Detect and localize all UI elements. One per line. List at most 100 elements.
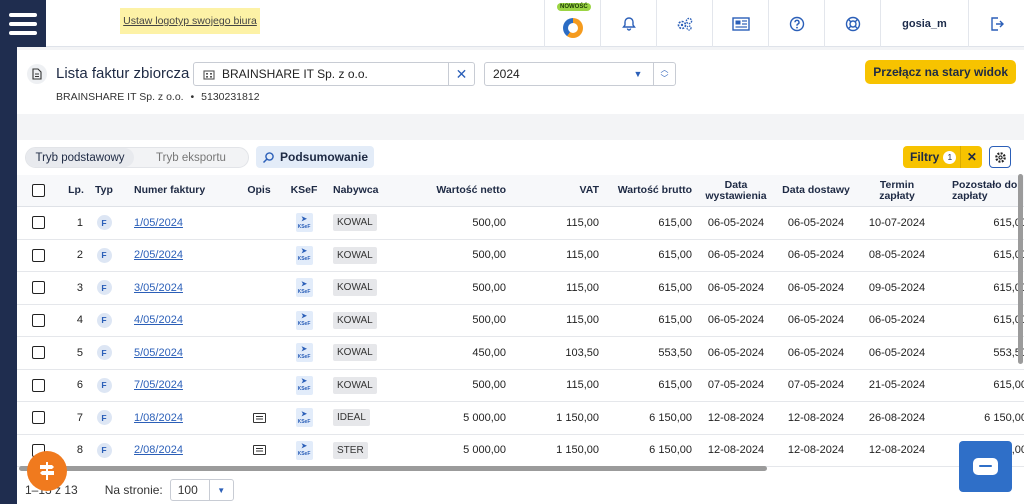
table-row[interactable]: 6 F 7/05/2024 ➤ KSeF KOWAL 500,00 115,00 615,00 0… — [17, 370, 1024, 402]
invoice-number-link[interactable]: 1/05/2024 — [134, 217, 183, 229]
gear-icon — [994, 151, 1006, 163]
invoice-number-link[interactable]: 5/05/2024 — [134, 347, 183, 359]
menu-icon[interactable] — [0, 0, 46, 47]
logout-icon — [990, 16, 1004, 31]
col-numer[interactable]: Numer faktury — [134, 175, 224, 206]
invoice-number-link[interactable]: 1/08/2024 — [134, 412, 183, 424]
cell-typ: F — [96, 337, 112, 369]
ksef-label: KSeF — [297, 321, 311, 328]
col-pozostalo[interactable]: Pozostało do zapłaty — [952, 175, 1024, 206]
switch-old-view-button[interactable]: Przełącz na stary widok — [865, 60, 1016, 84]
cell-nabywca: KOWAL — [333, 207, 393, 239]
table-settings-button[interactable] — [989, 146, 1011, 168]
settings-top-button[interactable] — [656, 0, 712, 47]
description-icon[interactable] — [252, 412, 266, 423]
mode-toggle[interactable]: Tryb podstawowy Tryb eksportu — [25, 147, 249, 168]
invoice-type-badge: F — [96, 247, 112, 263]
table-row[interactable]: 2 F 2/05/2024 ➤ KSeF KOWAL 500,00 115,00 615,00 0… — [17, 240, 1024, 272]
horizontal-scrollbar[interactable] — [19, 465, 1009, 471]
cell-vat: 103,50 — [565, 346, 599, 359]
user-menu[interactable]: gosia_m — [880, 0, 968, 47]
year-stepper[interactable]: ︿ ﹀ — [653, 63, 675, 85]
support-button[interactable] — [824, 0, 880, 47]
col-typ[interactable]: Typ — [93, 175, 115, 206]
chevron-down-icon[interactable]: ▼ — [631, 63, 645, 85]
news-button[interactable]: NOWOŚĆ — [544, 0, 600, 47]
table-row[interactable]: 5 F 5/05/2024 ➤ KSeF KOWAL 450,00 103,50 553,50 0… — [17, 337, 1024, 370]
clear-company-icon[interactable]: ✕ — [448, 63, 474, 85]
ksef-icon[interactable]: ➤ KSeF — [295, 310, 313, 330]
company-select[interactable]: BRAINSHARE IT Sp. z o.o. ✕ — [193, 62, 475, 86]
invoice-number-link[interactable]: 3/05/2024 — [134, 282, 183, 294]
filters-button[interactable]: Filtry 1 ✕ — [903, 146, 983, 168]
signpost-icon[interactable] — [27, 451, 67, 491]
ksef-icon[interactable]: ➤ KSeF — [295, 375, 313, 395]
clear-filters-icon[interactable]: ✕ — [960, 146, 982, 168]
set-logo-link[interactable]: Ustaw logotyp swojego biura — [123, 15, 257, 27]
col-nabywca[interactable]: Nabywca — [333, 175, 393, 206]
buyer-chip[interactable]: STER — [333, 441, 368, 459]
cell-opis — [251, 240, 267, 272]
ksef-icon[interactable]: ➤ KSeF — [295, 213, 313, 233]
table-row[interactable]: 1 F 1/05/2024 ➤ KSeF KOWAL 500,00 115,00 615,00 0… — [17, 207, 1024, 240]
col-opis[interactable]: Opis — [245, 175, 273, 206]
buyer-chip[interactable]: KOWAL — [333, 279, 377, 297]
row-checkbox[interactable] — [31, 370, 45, 402]
help-button[interactable] — [768, 0, 824, 47]
col-data-wystawienia[interactable]: Data wystawienia — [700, 175, 772, 206]
ksef-icon[interactable]: ➤ KSeF — [295, 278, 313, 298]
chat-button[interactable] — [959, 441, 1012, 492]
buyer-chip[interactable]: KOWAL — [333, 246, 377, 264]
logo-placeholder[interactable]: Ustaw logotyp swojego biura — [120, 8, 260, 34]
buyer-chip[interactable]: KOWAL — [333, 311, 377, 329]
table-row[interactable]: 8 F 2/08/2024 ➤ KSeF STER 5 000,00 1 150,00 6 15… — [17, 435, 1024, 467]
notifications-button[interactable] — [600, 0, 656, 47]
buyer-chip[interactable]: KOWAL — [333, 376, 377, 394]
ksef-icon[interactable]: ➤ KSeF — [295, 408, 313, 428]
invoice-number-link[interactable]: 2/05/2024 — [134, 249, 183, 261]
filters-open[interactable]: Filtry 1 — [903, 150, 960, 164]
cell-lp: 5 — [76, 346, 83, 359]
col-vat[interactable]: VAT — [547, 175, 599, 206]
company-info: BRAINSHARE IT Sp. z o.o. • 5130231812 — [56, 91, 260, 103]
vertical-scrollbar[interactable] — [1017, 174, 1024, 464]
col-ksef[interactable]: KSeF — [289, 175, 319, 206]
col-lp[interactable]: Lp. — [65, 175, 87, 206]
ksef-icon[interactable]: ➤ KSeF — [295, 343, 313, 363]
summary-button[interactable]: Podsumowanie — [256, 146, 375, 168]
invoice-number-link[interactable]: 7/05/2024 — [134, 379, 183, 391]
row-checkbox[interactable] — [31, 272, 45, 304]
row-checkbox[interactable] — [31, 240, 45, 272]
row-checkbox[interactable] — [31, 207, 45, 239]
chevron-down-icon[interactable]: ﹀ — [661, 74, 669, 83]
cell-data-dostawy: 06-05-2024 — [787, 249, 845, 262]
buyer-chip[interactable]: IDEAL — [333, 409, 370, 427]
cell-netto: 450,00 — [472, 346, 506, 359]
ksef-icon[interactable]: ➤ KSeF — [295, 245, 313, 265]
buyer-chip[interactable]: KOWAL — [333, 344, 377, 362]
mode-export-tab[interactable]: Tryb eksportu — [134, 148, 248, 167]
row-checkbox[interactable] — [31, 305, 45, 337]
row-checkbox[interactable] — [31, 337, 45, 369]
ksef-icon[interactable]: ➤ KSeF — [295, 440, 313, 460]
description-icon[interactable] — [252, 445, 266, 456]
chevron-up-icon[interactable]: ︿ — [661, 65, 669, 74]
table-row[interactable]: 4 F 4/05/2024 ➤ KSeF KOWAL 500,00 115,00 615,00 0… — [17, 305, 1024, 337]
chevron-down-icon[interactable]: ▼ — [208, 480, 233, 500]
col-brutto[interactable]: Wartość brutto — [612, 175, 692, 206]
col-termin[interactable]: Termin zapłaty — [863, 175, 931, 206]
buyer-chip[interactable]: KOWAL — [333, 214, 377, 232]
row-checkbox[interactable] — [31, 402, 45, 434]
invoice-number-link[interactable]: 4/05/2024 — [134, 314, 183, 326]
col-netto[interactable]: Wartość netto — [417, 175, 506, 206]
mode-basic-tab[interactable]: Tryb podstawowy — [26, 148, 134, 167]
per-page-select[interactable]: 100 ▼ — [169, 479, 234, 501]
year-select[interactable]: 2024 ▼ ︿ ﹀ — [484, 62, 676, 86]
logout-button[interactable] — [968, 0, 1024, 47]
news-list-button[interactable] — [712, 0, 768, 47]
invoice-number-link[interactable]: 2/08/2024 — [134, 444, 183, 456]
select-all-checkbox[interactable] — [31, 175, 45, 206]
col-data-dostawy[interactable]: Data dostawy — [780, 175, 852, 206]
table-row[interactable]: 3 F 3/05/2024 ➤ KSeF KOWAL 500,00 115,00 615,00 0… — [17, 272, 1024, 305]
table-row[interactable]: 7 F 1/08/2024 ➤ KSeF IDEAL 5 000,00 1 150,00 6 1… — [17, 402, 1024, 435]
